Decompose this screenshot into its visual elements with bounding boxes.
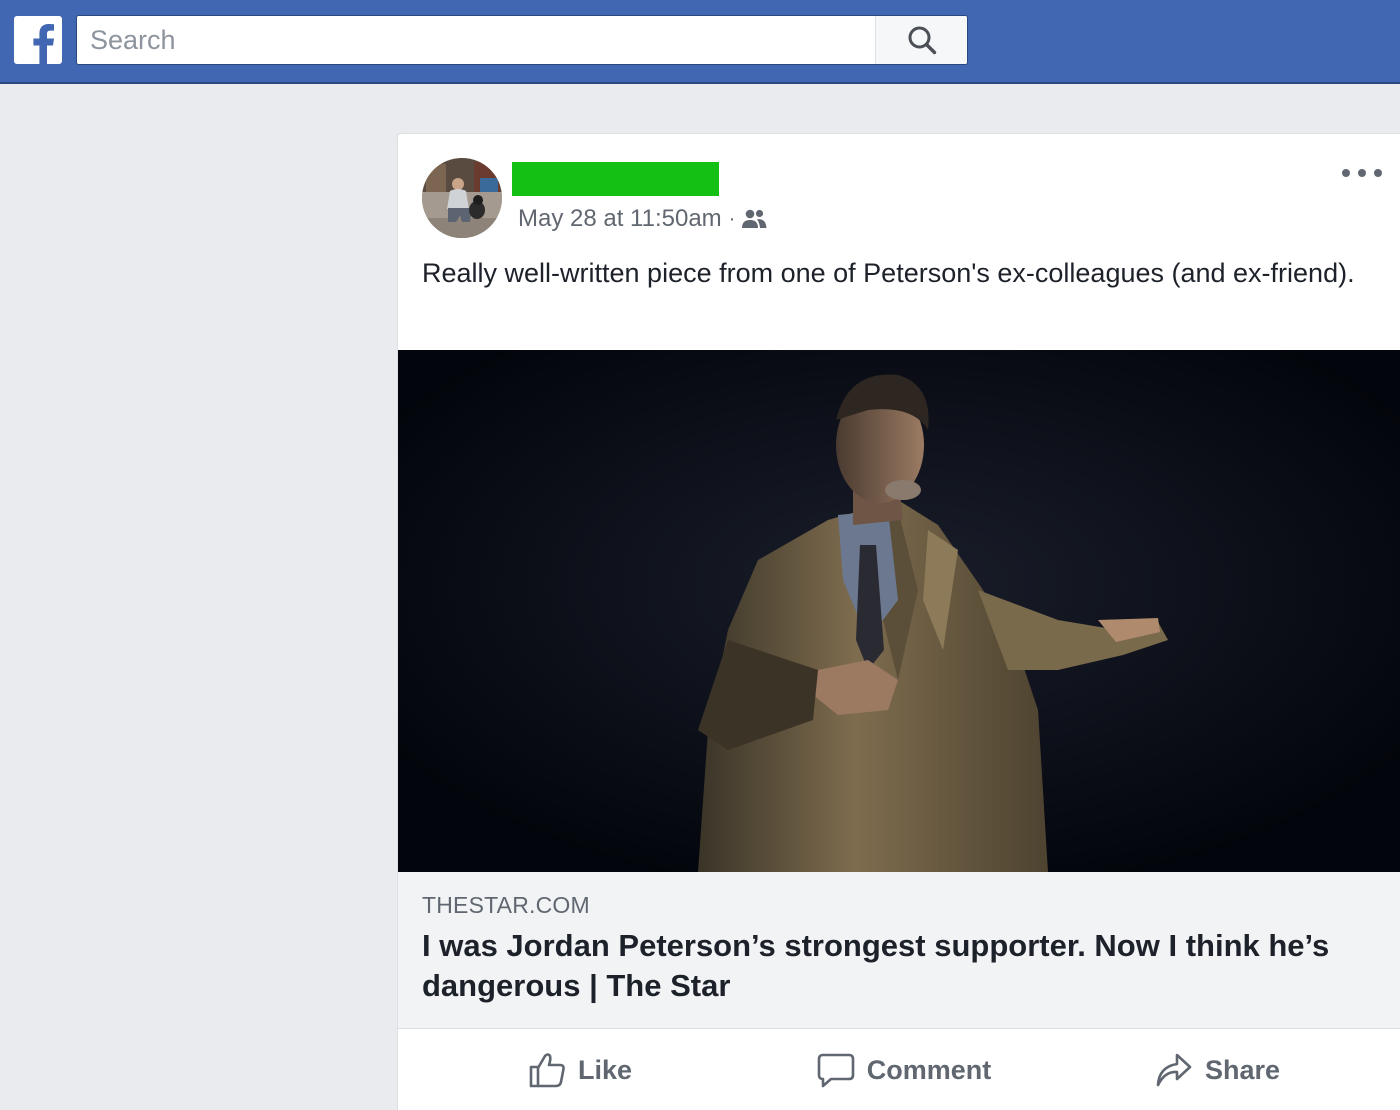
speech-bubble-icon (817, 1053, 855, 1088)
search-input[interactable] (77, 16, 877, 64)
link-preview-image[interactable] (398, 350, 1400, 872)
facebook-logo-icon[interactable] (14, 16, 62, 64)
share-label: Share (1204, 1054, 1281, 1085)
post-message: Really well-written piece from one of Pe… (422, 258, 1355, 288)
link-domain: THESTAR.COM (422, 892, 590, 918)
friends-icon[interactable] (741, 208, 767, 230)
feed-post: May 28 at 11:50am · Really well-written … (397, 133, 1400, 1110)
like-label: Like (578, 1054, 633, 1085)
like-button[interactable]: Like (398, 1029, 779, 1110)
top-navigation-bar (0, 0, 1400, 84)
magnifier-icon (908, 26, 936, 55)
ellipsis-icon (1374, 169, 1382, 177)
share-arrow-icon (1156, 1053, 1192, 1087)
author-avatar[interactable] (422, 158, 502, 238)
link-title: I was Jordan Peterson’s strongest suppor… (422, 928, 1330, 1003)
post-meta: May 28 at 11:50am · (518, 204, 767, 234)
thumbs-up-icon (529, 1053, 565, 1088)
post-timestamp[interactable]: May 28 at 11:50am (518, 205, 722, 233)
author-name-redacted[interactable] (512, 162, 719, 196)
share-button[interactable]: Share (1029, 1029, 1400, 1110)
link-preview-details[interactable]: THESTAR.COM I was Jordan Peterson’s stro… (398, 872, 1400, 1029)
post-options-button[interactable] (1342, 162, 1382, 184)
comment-button[interactable]: Comment (779, 1029, 1030, 1110)
comment-label: Comment (866, 1054, 992, 1085)
search-bar (76, 15, 968, 65)
post-actions-bar: Like Comment Share (398, 1029, 1400, 1110)
search-button[interactable] (875, 16, 967, 64)
ellipsis-icon (1358, 169, 1366, 177)
meta-separator: · (728, 207, 736, 230)
ellipsis-icon (1342, 169, 1350, 177)
